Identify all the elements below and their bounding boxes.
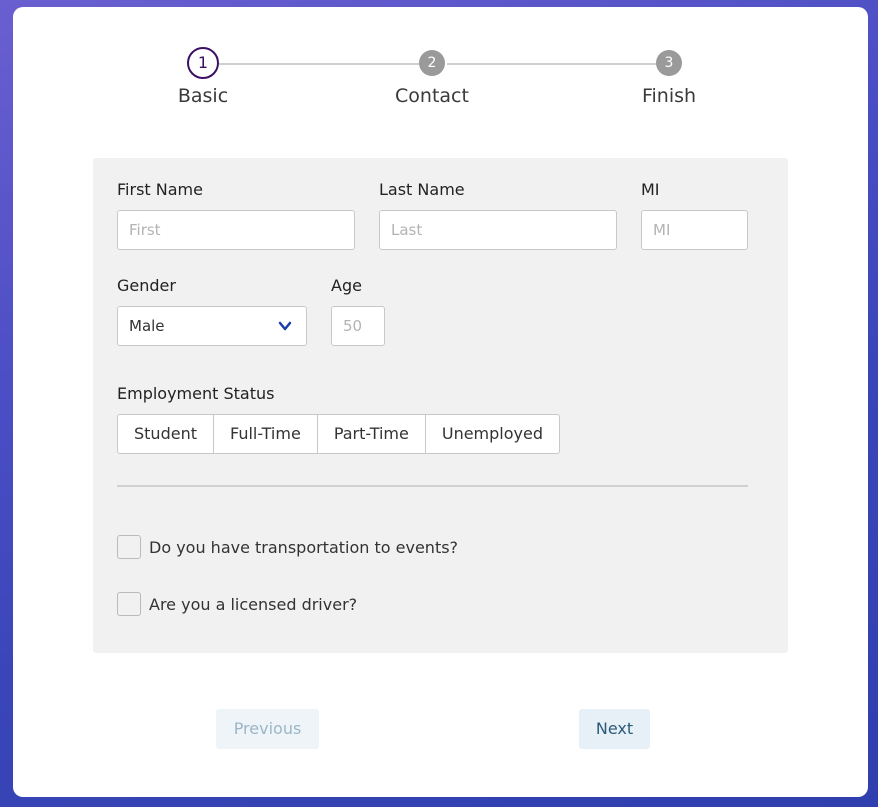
basic-info-panel: First Name Last Name MI Gender Male Age …: [93, 158, 788, 653]
step-3-label: Finish: [641, 85, 697, 107]
previous-button[interactable]: Previous: [216, 709, 319, 749]
licensed-driver-row: Are you a licensed driver?: [117, 592, 357, 616]
step-connector-1-2: [219, 63, 419, 65]
stepper: 1 Basic 2 Contact 3 Finish: [13, 7, 868, 127]
chevron-down-icon: [278, 321, 292, 331]
employment-option-part-time[interactable]: Part-Time: [318, 415, 426, 453]
transportation-label: Do you have transportation to events?: [149, 537, 459, 557]
gender-selected-value: Male: [129, 317, 165, 335]
mi-field[interactable]: [641, 210, 748, 250]
age-label: Age: [331, 276, 362, 295]
employment-option-unemployed[interactable]: Unemployed: [426, 415, 559, 453]
gender-label: Gender: [117, 276, 176, 295]
employment-status-group: Student Full-Time Part-Time Unemployed: [117, 414, 560, 454]
last-name-label: Last Name: [379, 180, 465, 199]
gender-select[interactable]: Male: [117, 306, 307, 346]
section-divider: [117, 485, 748, 487]
step-2-indicator[interactable]: 2: [419, 50, 445, 76]
employment-option-student[interactable]: Student: [118, 415, 214, 453]
transportation-checkbox[interactable]: [117, 535, 141, 559]
step-connector-2-3: [447, 63, 657, 65]
step-2-label: Contact: [395, 85, 469, 107]
licensed-driver-label: Are you a licensed driver?: [149, 594, 358, 614]
step-1-label: Basic: [177, 85, 229, 107]
mi-label: MI: [641, 180, 660, 199]
age-field[interactable]: [331, 306, 385, 346]
licensed-driver-checkbox[interactable]: [117, 592, 141, 616]
employment-option-full-time[interactable]: Full-Time: [214, 415, 318, 453]
next-button[interactable]: Next: [579, 709, 650, 749]
step-3-indicator[interactable]: 3: [656, 50, 682, 76]
employment-status-label: Employment Status: [117, 384, 275, 403]
step-1-indicator[interactable]: 1: [187, 47, 219, 79]
transportation-row: Do you have transportation to events?: [117, 535, 458, 559]
form-card: 1 Basic 2 Contact 3 Finish First Name La…: [13, 7, 868, 797]
first-name-field[interactable]: [117, 210, 355, 250]
last-name-field[interactable]: [379, 210, 617, 250]
first-name-label: First Name: [117, 180, 203, 199]
